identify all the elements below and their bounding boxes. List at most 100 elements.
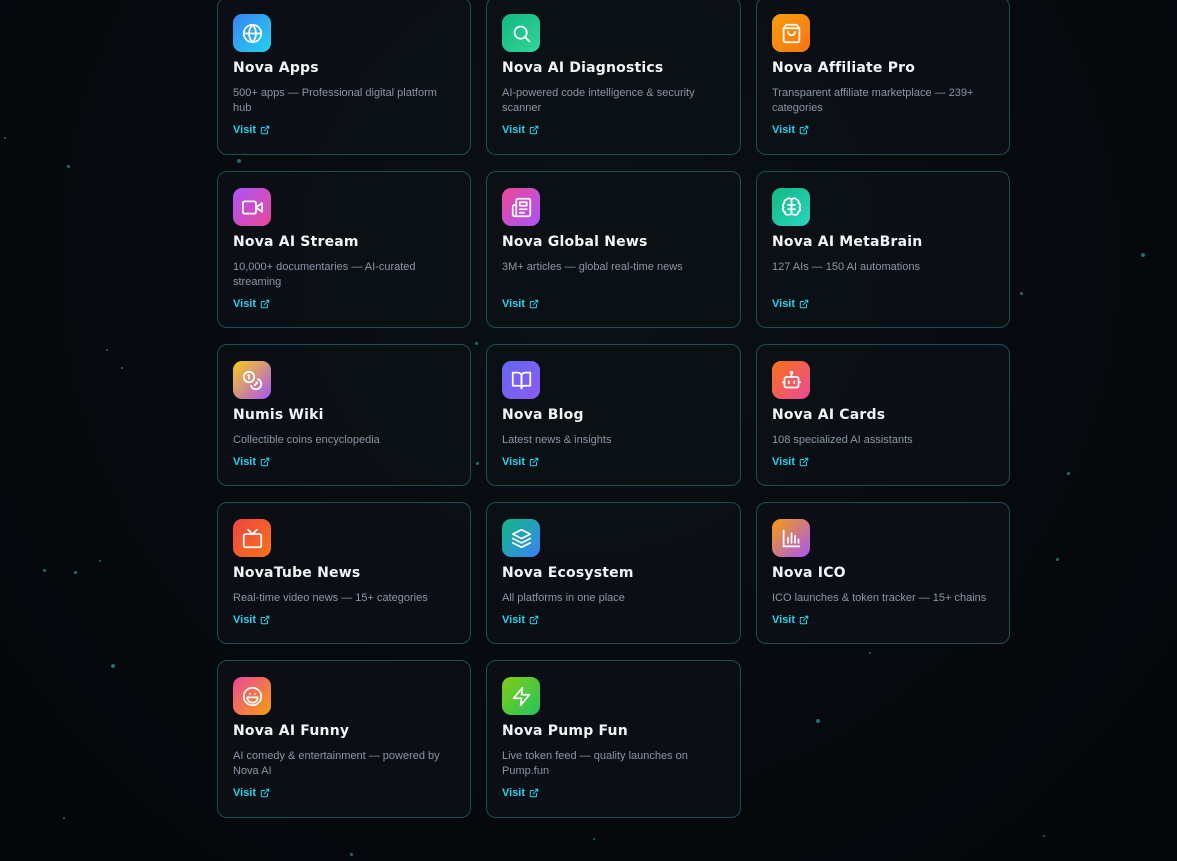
lightning-icon: [512, 686, 530, 706]
card-icon-tile: [233, 519, 271, 557]
visit-link[interactable]: Visit: [772, 614, 809, 626]
visit-link-label: Visit: [233, 456, 257, 468]
visit-link-label: Visit: [502, 124, 526, 136]
card-description: Collectible coins encyclopedia: [233, 434, 380, 446]
card-title: Nova AI Cards: [772, 407, 886, 423]
card-description: 3M+ articles — global real-time news: [502, 261, 683, 273]
card-description: Latest news & insights: [502, 434, 612, 446]
visit-link[interactable]: Visit: [502, 787, 539, 799]
external-link-icon: [260, 788, 270, 798]
platform-card: NovaTube News Real-time video news — 15+…: [217, 502, 471, 644]
card-icon-tile: [772, 14, 810, 52]
newspaper-icon: [511, 197, 531, 217]
card-description: Transparent affiliate marketplace — 239+…: [772, 87, 974, 114]
external-link-icon: [799, 457, 809, 467]
visit-link-label: Visit: [502, 787, 526, 799]
card-description: ICO launches & token tracker — 15+ chain…: [772, 592, 987, 604]
visit-link[interactable]: Visit: [502, 298, 539, 310]
card-title: Nova Apps: [233, 60, 319, 76]
card-icon-tile: [772, 519, 810, 557]
card-icon-tile: [772, 361, 810, 399]
platform-card: Nova Apps 500+ apps — Professional digit…: [217, 0, 471, 155]
platform-card: Nova AI Funny AI comedy & entertainment …: [217, 660, 471, 818]
visit-link-label: Visit: [502, 298, 526, 310]
platform-card: Nova Pump Fun Live token feed — quality …: [486, 660, 741, 818]
card-icon-tile: [502, 677, 540, 715]
platform-card: Nova AI Stream 10,000+ documentaries — A…: [217, 171, 471, 328]
card-icon-tile: [233, 188, 271, 226]
platform-card: Nova Global News 3M+ articles — global r…: [486, 171, 741, 328]
visit-link[interactable]: Visit: [233, 298, 270, 310]
card-title: Nova Affiliate Pro: [772, 60, 916, 76]
shopping-bag-icon: [782, 23, 800, 43]
card-icon-tile: [772, 188, 810, 226]
external-link-icon: [529, 615, 539, 625]
visit-link[interactable]: Visit: [233, 456, 270, 468]
robot-icon: [781, 370, 801, 388]
platform-card: Numis Wiki Collectible coins encyclopedi…: [217, 344, 471, 486]
brain-icon: [781, 196, 801, 216]
card-description: All platforms in one place: [502, 592, 625, 604]
platform-card: Nova ICO ICO launches & token tracker — …: [756, 502, 1010, 644]
card-description: AI comedy & entertainment — powered by N…: [233, 750, 440, 777]
external-link-icon: [799, 615, 809, 625]
laugh-icon: [242, 686, 262, 706]
visit-link[interactable]: Visit: [772, 298, 809, 310]
card-icon-tile: [502, 188, 540, 226]
card-description: 10,000+ documentaries — AI-curated strea…: [233, 261, 416, 288]
card-title: Nova AI MetaBrain: [772, 234, 923, 250]
card-description: Live token feed — quality launches on Pu…: [502, 750, 688, 777]
external-link-icon: [529, 299, 539, 309]
platform-card: Nova Ecosystem All platforms in one plac…: [486, 502, 741, 644]
platform-card: Nova AI Cards 108 specialized AI assista…: [756, 344, 1010, 486]
external-link-icon: [799, 299, 809, 309]
platform-card: Nova Blog Latest news & insights Visit: [486, 344, 741, 486]
visit-link[interactable]: Visit: [502, 456, 539, 468]
visit-link-label: Visit: [233, 614, 257, 626]
visit-link-label: Visit: [772, 456, 796, 468]
card-icon-tile: [233, 361, 271, 399]
external-link-icon: [529, 788, 539, 798]
visit-link-label: Visit: [502, 614, 526, 626]
visit-link[interactable]: Visit: [502, 614, 539, 626]
visit-link-label: Visit: [502, 456, 526, 468]
card-icon-tile: [233, 14, 271, 52]
book-open-icon: [511, 371, 531, 389]
card-title: Numis Wiki: [233, 407, 324, 423]
visit-link-label: Visit: [772, 298, 796, 310]
external-link-icon: [260, 457, 270, 467]
visit-link[interactable]: Visit: [772, 124, 809, 136]
card-icon-tile: [502, 519, 540, 557]
globe-icon: [242, 23, 262, 43]
card-title: Nova Blog: [502, 407, 584, 423]
card-description: 108 specialized AI assistants: [772, 434, 913, 446]
card-description: 500+ apps — Professional digital platfor…: [233, 87, 437, 114]
visit-link-label: Visit: [772, 124, 796, 136]
card-title: Nova AI Funny: [233, 723, 350, 739]
bar-chart-icon: [782, 529, 800, 547]
card-title: NovaTube News: [233, 565, 361, 581]
external-link-icon: [260, 299, 270, 309]
card-icon-tile: [502, 361, 540, 399]
tv-icon: [242, 528, 262, 548]
visit-link[interactable]: Visit: [772, 456, 809, 468]
visit-link[interactable]: Visit: [502, 124, 539, 136]
platform-card-grid: Nova Apps 500+ apps — Professional digit…: [217, 0, 1010, 818]
platform-card: Nova AI MetaBrain 127 AIs — 150 AI autom…: [756, 171, 1010, 328]
card-title: Nova ICO: [772, 565, 846, 581]
visit-link[interactable]: Visit: [233, 614, 270, 626]
external-link-icon: [529, 125, 539, 135]
visit-link-label: Visit: [233, 787, 257, 799]
search-icon: [513, 25, 530, 42]
external-link-icon: [260, 615, 270, 625]
card-icon-tile: [233, 677, 271, 715]
layers-icon: [511, 528, 531, 548]
card-description: 127 AIs — 150 AI automations: [772, 261, 920, 273]
card-title: Nova Global News: [502, 234, 648, 250]
visit-link[interactable]: Visit: [233, 124, 270, 136]
card-icon-tile: [502, 14, 540, 52]
visit-link[interactable]: Visit: [233, 787, 270, 799]
card-title: Nova AI Diagnostics: [502, 60, 664, 76]
coins-icon: [242, 370, 262, 390]
video-camera-icon: [241, 200, 263, 214]
